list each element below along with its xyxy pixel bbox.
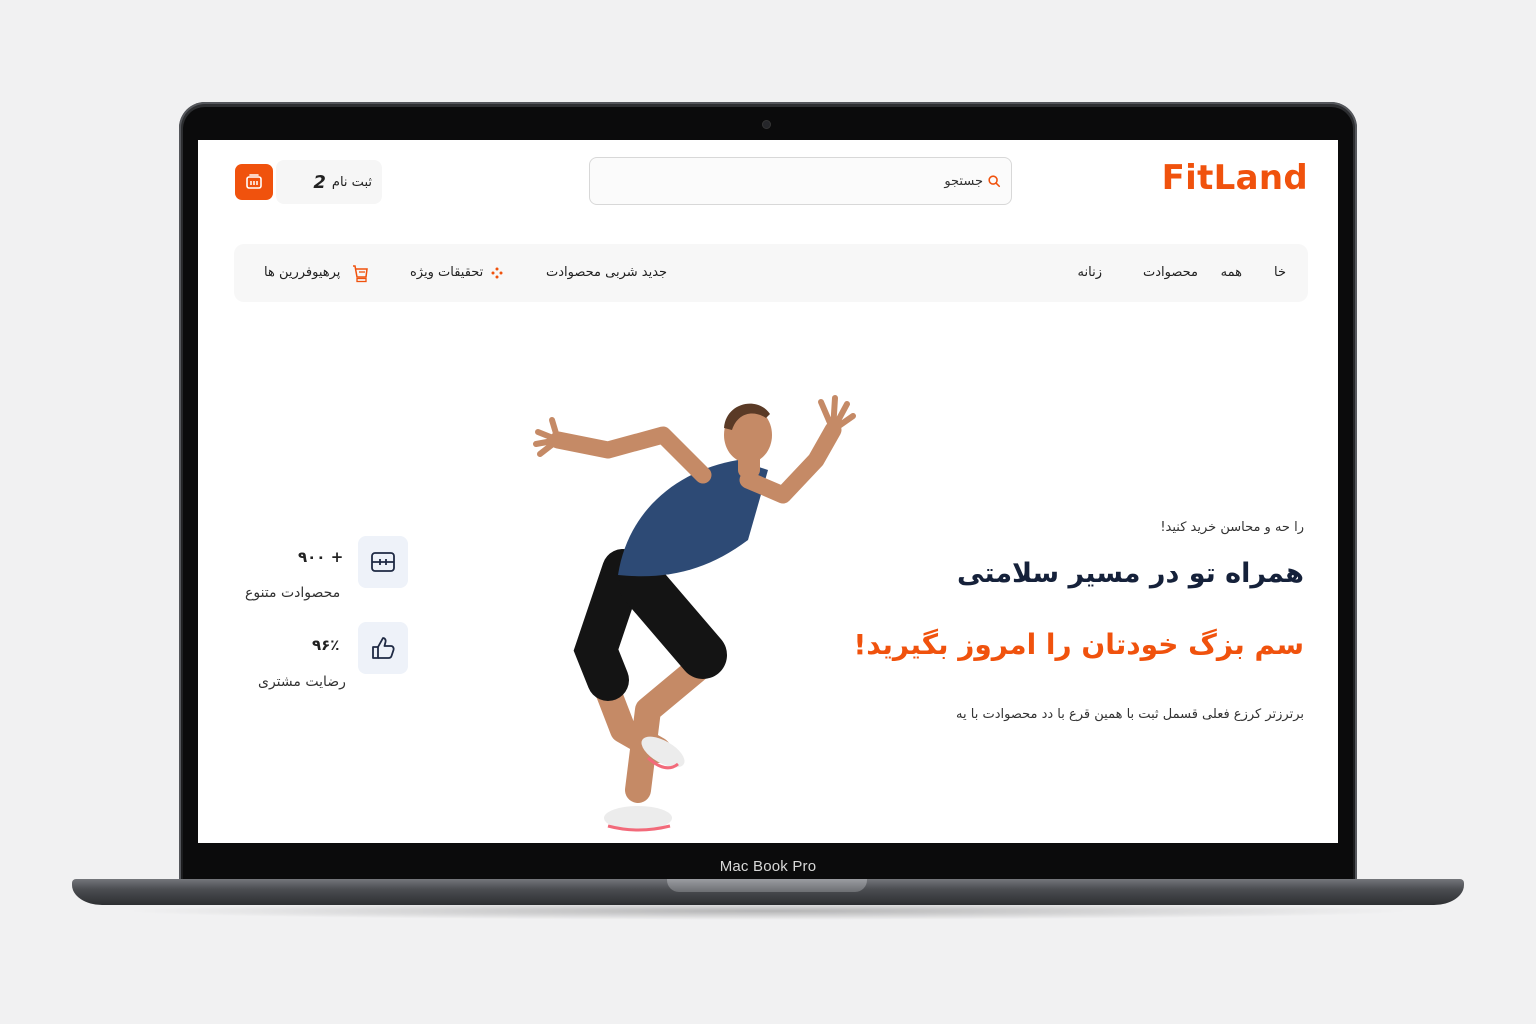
- stat-products-icon-box: [358, 536, 408, 588]
- stat-products-label: محصوادت متنوع: [245, 585, 341, 601]
- hero-title: همراه تو در مسیر سلامتی: [957, 558, 1304, 589]
- nav-item-new-products[interactable]: جدید شربی محصوادت: [546, 244, 667, 302]
- cart-button[interactable]: [235, 164, 273, 200]
- laptop-shadow: [120, 902, 1416, 920]
- thumbs-up-icon: [372, 637, 395, 659]
- cart-outline-icon: [352, 264, 368, 282]
- stat-satisfaction-label: رضایت مشتری: [258, 674, 346, 690]
- camera: [762, 120, 771, 129]
- runner-image: [533, 395, 856, 832]
- login-count: 2: [313, 171, 326, 193]
- box-icon: [371, 552, 395, 572]
- website-screen: FitLand ثبت نام 2 خا همه محصوادت زنانه ج…: [198, 140, 1338, 843]
- nav-item-products[interactable]: محصوادت: [1143, 244, 1198, 302]
- stat-satisfaction-icon-box: [358, 622, 408, 674]
- main-nav: خا همه محصوادت زنانه جدید شربی محصوادت ت…: [234, 244, 1308, 302]
- hero-highlight: سم بزگ خودتان را امروز بگیرید!: [853, 628, 1304, 661]
- nav-item-bestsellers-label: پرهیوفررین ها: [264, 265, 341, 280]
- login-label: ثبت نام: [331, 174, 372, 190]
- cart-icon: [246, 174, 262, 189]
- sparkle-icon: [491, 267, 503, 278]
- site-logo[interactable]: FitLand: [1162, 158, 1308, 198]
- nav-item-home[interactable]: خا: [1274, 244, 1286, 302]
- search-box[interactable]: [589, 157, 1012, 205]
- nav-item-special[interactable]: تحقیقات ویژه: [410, 244, 503, 302]
- search-icon: [988, 175, 1001, 188]
- stat-satisfaction-value: ۹۶٪: [312, 636, 340, 654]
- login-button[interactable]: ثبت نام 2: [276, 160, 382, 204]
- nav-item-all[interactable]: همه: [1221, 244, 1242, 302]
- hero-description: برترزتر کرزع فعلی قسمل ثبت با همین قرع ب…: [956, 707, 1304, 722]
- search-input[interactable]: [623, 173, 983, 189]
- device-label: Mac Book Pro: [719, 858, 817, 875]
- stat-products-value: + ۹۰۰: [298, 548, 344, 566]
- hero-subtitle: را حه و محاسن خرید کنید!: [1160, 520, 1304, 535]
- nav-item-women[interactable]: زنانه: [1078, 244, 1102, 302]
- nav-item-special-label: تحقیقات ویژه: [410, 265, 484, 280]
- nav-item-bestsellers[interactable]: پرهیوفررین ها: [264, 244, 369, 302]
